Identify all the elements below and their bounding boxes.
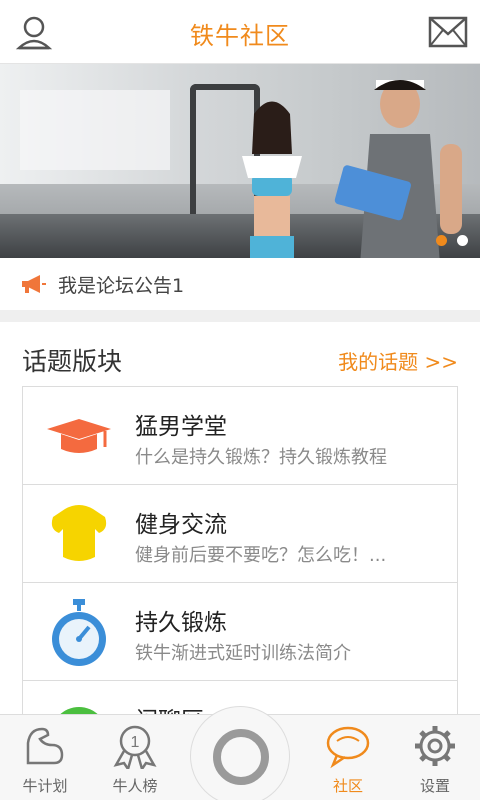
megaphone-icon — [22, 275, 46, 293]
topic-item-fitness[interactable]: 健身交流 健身前后要不要吃？怎么吃！... — [23, 485, 457, 583]
carousel-indicator — [436, 235, 468, 246]
tab-plan[interactable]: 牛计划 — [0, 715, 90, 800]
top-bar: 铁牛社区 — [0, 0, 480, 64]
topics-section: 话题版块 我的话题 >> 猛男学堂 什么是持久锻炼？持久锻炼教程 健身交流 健身… — [0, 322, 480, 726]
page-title: 铁牛社区 — [190, 22, 290, 50]
medal-badge-number: 1 — [131, 734, 140, 751]
carousel-dot-active[interactable] — [436, 235, 447, 246]
medal-icon: 1 — [113, 725, 157, 769]
stopwatch-icon — [52, 599, 106, 666]
announcement-bar[interactable]: 我是论坛公告1 — [0, 258, 480, 310]
topic-item-mengnan[interactable]: 猛男学堂 什么是持久锻炼？持久锻炼教程 — [23, 387, 457, 485]
banner-woman-figure — [242, 101, 302, 258]
section-title: 话题版块 — [22, 347, 123, 376]
ring-button-icon — [213, 729, 269, 785]
tab-label: 社区 — [332, 777, 363, 795]
app-root: 铁牛社区 我是论坛公告1 话题版块 我的话题 >> 猛男学堂 什么是持久锻炼？持… — [0, 0, 480, 800]
banner-man-figure — [334, 80, 462, 258]
topic-desc: 铁牛渐进式延时训练法简介 — [135, 643, 351, 664]
topic-title: 持久锻炼 — [135, 610, 227, 636]
carousel-dot[interactable] — [457, 235, 468, 246]
topic-desc: 什么是持久锻炼？持久锻炼教程 — [135, 447, 387, 468]
announcement-text: 我是论坛公告1 — [58, 274, 185, 297]
my-topics-link[interactable]: 我的话题 >> — [338, 346, 458, 375]
topic-item-endurance[interactable]: 持久锻炼 铁牛渐进式延时训练法简介 — [23, 583, 457, 681]
tab-label: 牛计划 — [22, 777, 68, 795]
tab-label: 牛人榜 — [112, 777, 158, 795]
topic-title: 健身交流 — [135, 512, 227, 538]
center-action-button[interactable] — [190, 706, 290, 800]
gear-icon — [415, 726, 455, 766]
banner-window — [20, 90, 170, 170]
banner-carousel[interactable] — [0, 64, 480, 258]
graduation-cap-icon — [47, 419, 111, 453]
topic-list: 猛男学堂 什么是持久锻炼？持久锻炼教程 健身交流 健身前后要不要吃？怎么吃！..… — [22, 386, 458, 726]
muscle-torso-icon — [51, 505, 107, 561]
tab-community[interactable]: 社区 — [303, 715, 393, 800]
tab-settings[interactable]: 设置 — [390, 715, 480, 800]
arm-icon — [26, 727, 64, 765]
tab-label: 设置 — [419, 777, 450, 795]
tab-ranking[interactable]: 1 牛人榜 — [90, 715, 180, 800]
speech-bubble-icon — [326, 726, 370, 769]
mail-icon[interactable] — [428, 16, 468, 48]
topic-desc: 健身前后要不要吃？怎么吃！... — [135, 545, 387, 566]
topic-title: 猛男学堂 — [135, 414, 227, 440]
